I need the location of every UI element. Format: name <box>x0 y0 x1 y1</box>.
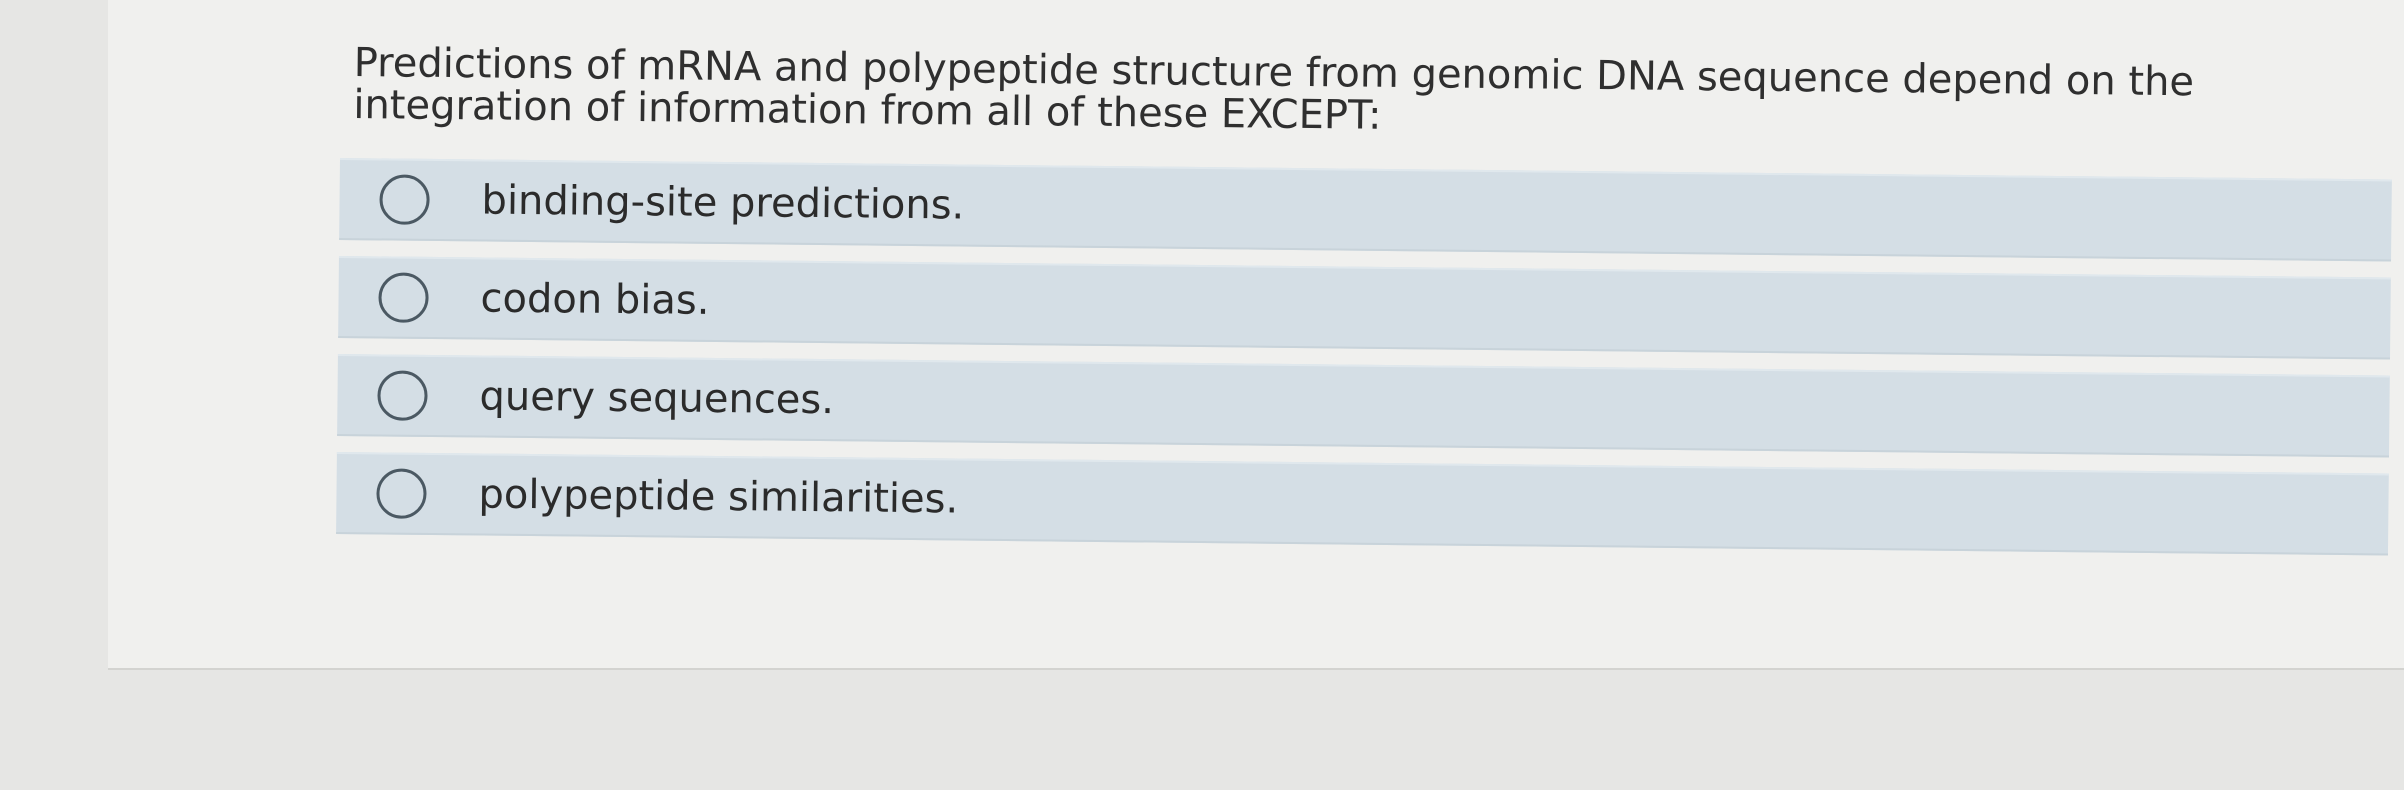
question-card: Predictions of mRNA and polypeptide stru… <box>108 0 2404 670</box>
answer-option-label: codon bias. <box>480 275 710 324</box>
answer-options: binding-site predictions. codon bias. qu… <box>336 158 2392 571</box>
answer-option-label: query sequences. <box>479 373 835 424</box>
answer-option-3[interactable]: query sequences. <box>337 353 2390 458</box>
question-text: Predictions of mRNA and polypeptide stru… <box>353 40 2195 139</box>
radio-button-icon[interactable] <box>377 370 428 421</box>
radio-button-icon[interactable] <box>376 468 427 519</box>
answer-option-2[interactable]: codon bias. <box>338 255 2391 360</box>
answer-option-label: binding-site predictions. <box>481 177 965 229</box>
radio-button-icon[interactable] <box>379 174 430 225</box>
radio-button-icon[interactable] <box>378 272 429 323</box>
answer-option-4[interactable]: polypeptide similarities. <box>336 451 2389 556</box>
answer-option-1[interactable]: binding-site predictions. <box>339 158 2392 262</box>
answer-option-label: polypeptide similarities. <box>478 471 959 523</box>
